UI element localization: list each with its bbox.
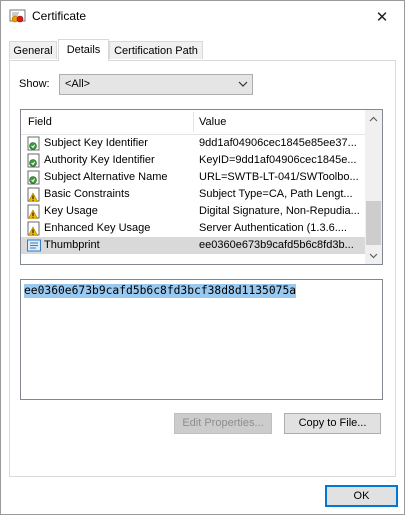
- vertical-scrollbar[interactable]: [365, 110, 382, 264]
- list-item[interactable]: Enhanced Key Usage Server Authentication…: [21, 220, 367, 237]
- tab-details[interactable]: Details: [58, 39, 109, 61]
- show-dropdown[interactable]: <All>: [59, 74, 253, 95]
- tab-strip: General Details Certification Path: [9, 39, 397, 61]
- row-value: ee0360e673b9cafd5b6c8fd3b...: [199, 239, 354, 251]
- list-item-selected[interactable]: Thumbprint ee0360e673b9cafd5b6c8fd3b...: [21, 237, 367, 254]
- certificate-dialog: Certificate ✕ General Details Certificat…: [0, 0, 405, 515]
- list-item[interactable]: Subject Alternative Name URL=SWTB-LT-041…: [21, 169, 367, 186]
- cert-warning-icon: [26, 221, 42, 237]
- title-bar: Certificate ✕: [1, 1, 404, 32]
- field-value-textbox[interactable]: ee0360e673b9cafd5b6c8fd3bcf38d8d1135075a: [20, 279, 383, 400]
- chevron-down-icon: [238, 79, 248, 89]
- cert-warning-icon: [26, 187, 42, 203]
- chevron-down-icon: [369, 253, 378, 258]
- row-value: Subject Type=CA, Path Lengt...: [199, 188, 353, 200]
- row-field: Thumbprint: [44, 239, 100, 251]
- scroll-up-button[interactable]: [365, 110, 382, 127]
- close-icon: ✕: [375, 8, 389, 26]
- copy-to-file-button[interactable]: Copy to File...: [284, 413, 381, 434]
- list-rows: Subject Key Identifier 9dd1af04906cec184…: [21, 135, 367, 254]
- fields-list[interactable]: Field Value Subject Key Identifier 9dd1a…: [20, 109, 383, 265]
- cert-field-icon: [26, 170, 42, 186]
- thumbprint-value-text[interactable]: ee0360e673b9cafd5b6c8fd3bcf38d8d1135075a: [24, 284, 297, 298]
- cert-field-icon: [26, 153, 42, 169]
- row-value: KeyID=9dd1af04906cec1845e...: [199, 154, 357, 166]
- row-field: Basic Constraints: [44, 188, 130, 200]
- column-header-field[interactable]: Field: [28, 116, 52, 128]
- scroll-down-button[interactable]: [365, 247, 382, 264]
- chevron-up-icon: [369, 116, 378, 121]
- row-field: Key Usage: [44, 205, 98, 217]
- row-field: Subject Key Identifier: [44, 137, 148, 149]
- close-button[interactable]: ✕: [360, 1, 404, 32]
- edit-properties-button[interactable]: Edit Properties...: [174, 413, 272, 434]
- cert-field-icon: [26, 136, 42, 152]
- row-value: Digital Signature, Non-Repudia...: [199, 205, 360, 217]
- list-header: Field Value: [21, 110, 367, 135]
- tab-general[interactable]: General: [9, 41, 57, 59]
- column-header-value[interactable]: Value: [199, 116, 226, 128]
- list-item[interactable]: Key Usage Digital Signature, Non-Repudia…: [21, 203, 367, 220]
- ok-button[interactable]: OK: [325, 485, 398, 507]
- show-dropdown-value: <All>: [65, 78, 91, 90]
- row-value: 9dd1af04906cec1845e85ee37...: [199, 137, 357, 149]
- column-divider[interactable]: [193, 112, 194, 132]
- certificate-icon: [9, 8, 27, 24]
- list-item[interactable]: Subject Key Identifier 9dd1af04906cec184…: [21, 135, 367, 152]
- dialog-title: Certificate: [32, 9, 87, 23]
- show-label: Show:: [19, 78, 50, 90]
- row-value: URL=SWTB-LT-041/SWToolbo...: [199, 171, 359, 183]
- cert-warning-icon: [26, 204, 42, 220]
- scrollbar-thumb[interactable]: [366, 201, 381, 245]
- tab-certification-path[interactable]: Certification Path: [109, 41, 203, 59]
- row-value: Server Authentication (1.3.6....: [199, 222, 347, 234]
- list-item[interactable]: Basic Constraints Subject Type=CA, Path …: [21, 186, 367, 203]
- list-item[interactable]: Authority Key Identifier KeyID=9dd1af049…: [21, 152, 367, 169]
- row-field: Authority Key Identifier: [44, 154, 155, 166]
- row-field: Subject Alternative Name: [44, 171, 168, 183]
- thumbprint-icon: [26, 238, 42, 254]
- row-field: Enhanced Key Usage: [44, 222, 151, 234]
